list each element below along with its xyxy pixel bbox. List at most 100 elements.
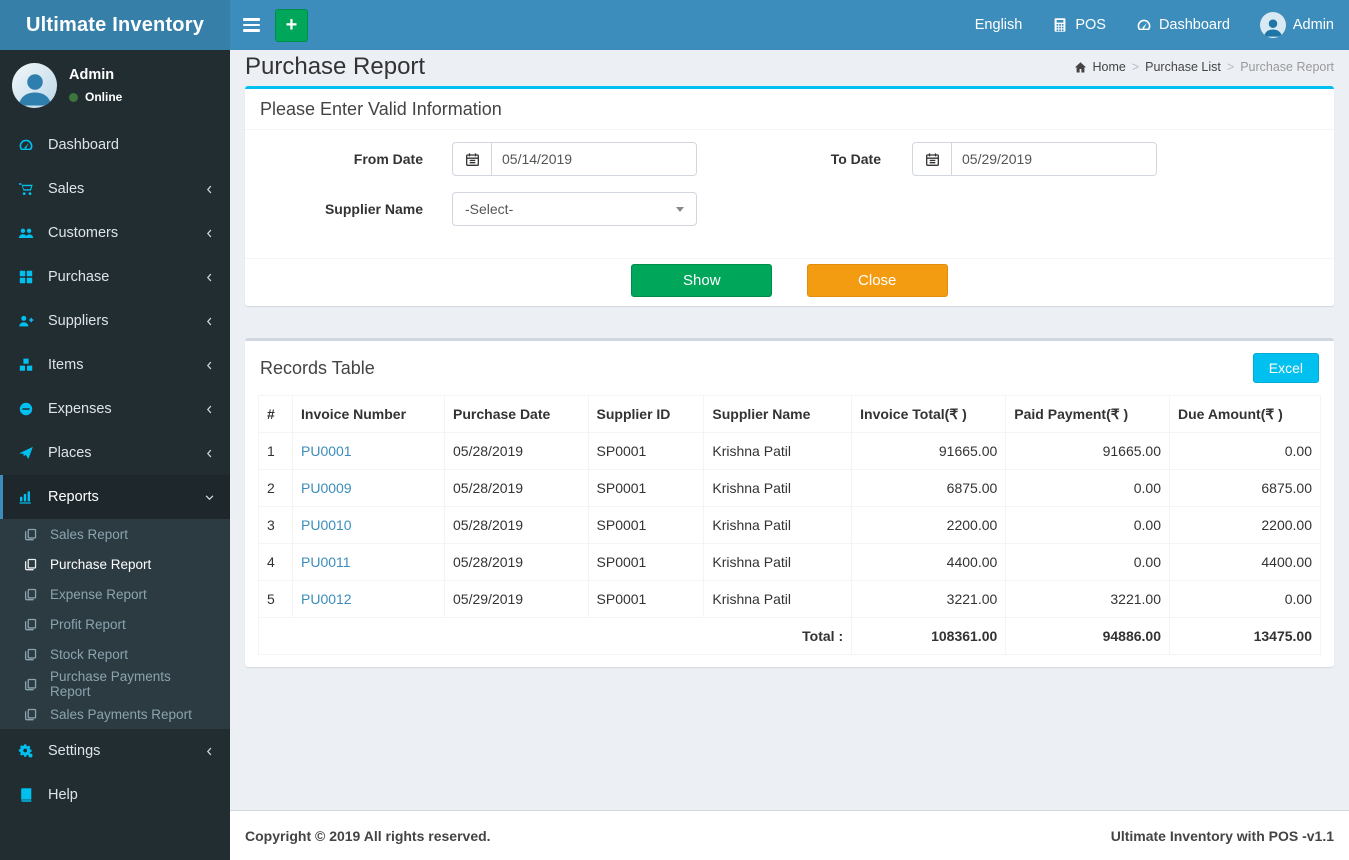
cell-invoice-total: 3221.00 <box>851 580 1007 618</box>
total-due: 13475.00 <box>1169 617 1321 655</box>
close-button[interactable]: Close <box>806 264 948 297</box>
show-button[interactable]: Show <box>631 264 773 297</box>
table-row: 4 PU0011 05/28/2019 SP0001 Krishna Patil… <box>258 543 1321 581</box>
invoice-link[interactable]: PU0012 <box>301 591 352 607</box>
sidebar-item-suppliers[interactable]: Suppliers <box>0 299 230 343</box>
sidebar-item-reports[interactable]: Reports <box>0 475 230 519</box>
nav-dashboard[interactable]: Dashboard <box>1121 0 1245 50</box>
col-header-due-amount[interactable]: Due Amount(₹ ) <box>1169 395 1321 433</box>
sidebar-item-expense-report[interactable]: Expense Report <box>0 579 230 609</box>
col-header-num[interactable]: # <box>258 395 293 433</box>
table-row: 2 PU0009 05/28/2019 SP0001 Krishna Patil… <box>258 469 1321 507</box>
cell-date: 05/28/2019 <box>444 432 589 470</box>
cell-due: 2200.00 <box>1169 506 1321 544</box>
invoice-link[interactable]: PU0010 <box>301 517 352 533</box>
sidebar-item-settings[interactable]: Settings <box>0 729 230 773</box>
sidebar-item-help[interactable]: Help <box>0 773 230 817</box>
minus-circle-icon <box>18 401 38 417</box>
sidebar-item-sales-report[interactable]: Sales Report <box>0 519 230 549</box>
records-box: Records Table Excel # Invoice Number Pur… <box>245 338 1334 667</box>
to-date-label: To Date <box>830 151 881 167</box>
copy-icon <box>24 558 42 571</box>
col-header-supplier-id[interactable]: Supplier ID <box>587 395 705 433</box>
cell-paid: 0.00 <box>1005 506 1170 544</box>
sidebar-item-expenses[interactable]: Expenses <box>0 387 230 431</box>
breadcrumb: Home > Purchase List > Purchase Report <box>1074 60 1334 74</box>
table-total-row: Total : 108361.00 94886.00 13475.00 <box>257 617 1321 655</box>
brand-logo[interactable]: Ultimate Inventory <box>0 0 230 50</box>
chevron-left-icon <box>204 360 215 371</box>
filter-box: Please Enter Valid Information From Date… <box>245 86 1334 306</box>
book-icon <box>18 787 38 803</box>
cell-invoice-total: 6875.00 <box>851 469 1007 507</box>
nav-user-menu[interactable]: Admin <box>1245 0 1349 50</box>
cell-supplier-id: SP0001 <box>587 432 705 470</box>
cell-invoice: PU0001 <box>291 432 446 470</box>
nav-language[interactable]: English <box>960 0 1038 50</box>
cell-due: 4400.00 <box>1169 543 1321 581</box>
sidebar-item-purchase-payments-report[interactable]: Purchase Payments Report <box>0 669 230 699</box>
breadcrumb-purchase-list-link[interactable]: Purchase List <box>1145 60 1221 74</box>
calendar-icon[interactable] <box>453 143 492 175</box>
invoice-link[interactable]: PU0009 <box>301 480 352 496</box>
cell-supplier-name: Krishna Patil <box>703 580 853 618</box>
invoice-link[interactable]: PU0001 <box>301 443 352 459</box>
to-date-input[interactable] <box>952 143 1156 175</box>
grid-icon <box>18 269 38 285</box>
sidebar-item-sales[interactable]: Sales <box>0 167 230 211</box>
sidebar-item-purchase[interactable]: Purchase <box>0 255 230 299</box>
copy-icon <box>24 528 42 541</box>
cell-paid: 0.00 <box>1005 543 1170 581</box>
breadcrumb-home-link[interactable]: Home <box>1074 60 1126 74</box>
nav-pos[interactable]: POS <box>1037 0 1121 50</box>
sidebar-item-sales-payments-report[interactable]: Sales Payments Report <box>0 699 230 729</box>
sidebar-item-profit-report[interactable]: Profit Report <box>0 609 230 639</box>
col-header-supplier-name[interactable]: Supplier Name <box>703 395 853 433</box>
breadcrumb-current: Purchase Report <box>1240 60 1334 74</box>
sidebar-toggle-button[interactable] <box>230 0 272 50</box>
chevron-left-icon <box>204 184 215 195</box>
table-header-row: # Invoice Number Purchase Date Supplier … <box>258 395 1321 433</box>
col-header-paid-payment[interactable]: Paid Payment(₹ ) <box>1005 395 1170 433</box>
breadcrumb-separator: > <box>1226 60 1235 74</box>
cell-invoice-total: 2200.00 <box>851 506 1007 544</box>
col-header-invoice-number[interactable]: Invoice Number <box>291 395 446 433</box>
sidebar-item-items[interactable]: Items <box>0 343 230 387</box>
sidebar-item-customers[interactable]: Customers <box>0 211 230 255</box>
sidebar: Admin Online Dashboard Sales Customers P… <box>0 50 230 860</box>
user-name: Admin <box>69 67 115 83</box>
sidebar-user-panel: Admin Online <box>0 50 230 120</box>
table-row: 1 PU0001 05/28/2019 SP0001 Krishna Patil… <box>258 432 1321 470</box>
cell-due: 6875.00 <box>1169 469 1321 507</box>
cell-invoice-total: 91665.00 <box>851 432 1007 470</box>
navbar-left: + <box>230 0 308 50</box>
supplier-select[interactable]: -Select- <box>452 192 697 226</box>
col-header-purchase-date[interactable]: Purchase Date <box>444 395 589 433</box>
excel-export-button[interactable]: Excel <box>1252 353 1319 383</box>
calendar-icon[interactable] <box>913 143 952 175</box>
paper-plane-icon <box>18 445 38 461</box>
invoice-link[interactable]: PU0011 <box>301 554 351 570</box>
cell-supplier-id: SP0001 <box>587 580 705 618</box>
table-row: 3 PU0010 05/28/2019 SP0001 Krishna Patil… <box>258 506 1321 544</box>
quick-add-button[interactable]: + <box>275 8 308 42</box>
chevron-down-icon <box>204 492 215 503</box>
copy-icon <box>24 588 42 601</box>
filter-box-title: Please Enter Valid Information <box>245 89 1334 130</box>
cell-num: 3 <box>258 506 293 544</box>
chevron-left-icon <box>204 272 215 283</box>
cell-num: 1 <box>258 432 293 470</box>
copy-icon <box>24 618 42 631</box>
copy-icon <box>24 648 42 661</box>
users-icon <box>18 225 38 241</box>
col-header-invoice-total[interactable]: Invoice Total(₹ ) <box>851 395 1007 433</box>
sidebar-item-stock-report[interactable]: Stock Report <box>0 639 230 669</box>
filter-form: From Date To Date Supplier Name -Select- <box>245 130 1334 258</box>
sidebar-item-purchase-report[interactable]: Purchase Report <box>0 549 230 579</box>
chevron-left-icon <box>204 228 215 239</box>
cell-supplier-name: Krishna Patil <box>703 506 853 544</box>
cell-supplier-name: Krishna Patil <box>703 432 853 470</box>
sidebar-item-places[interactable]: Places <box>0 431 230 475</box>
from-date-input[interactable] <box>492 143 696 175</box>
sidebar-item-dashboard[interactable]: Dashboard <box>0 123 230 167</box>
